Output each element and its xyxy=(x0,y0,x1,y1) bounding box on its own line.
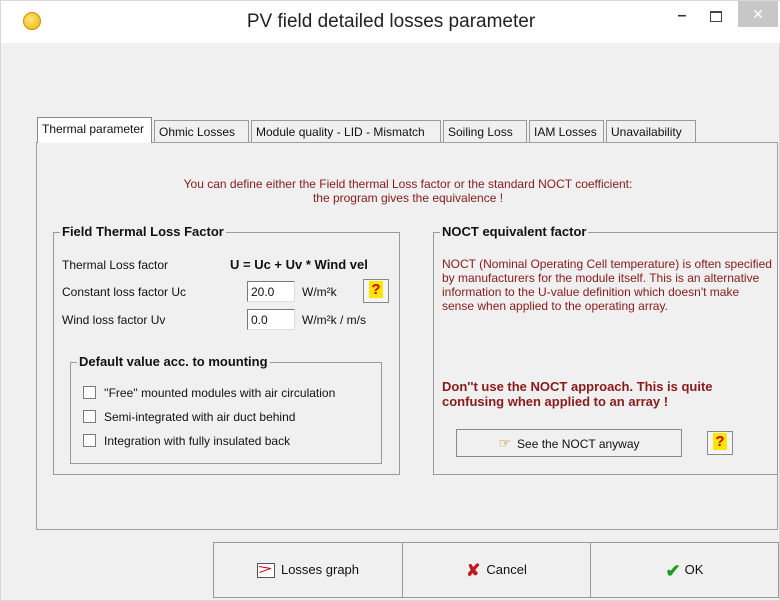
pointing-hand-icon: ☞ xyxy=(498,435,512,451)
noct-warning: Don''t use the NOCT approach. This is qu… xyxy=(442,379,713,409)
thermal-loss-group-title: Field Thermal Loss Factor xyxy=(60,224,226,239)
thermal-help-button[interactable]: ? xyxy=(363,279,389,303)
thermal-formula: U = Uc + Uv * Wind vel xyxy=(230,257,368,272)
thermal-loss-group: Field Thermal Loss Factor Thermal Loss f… xyxy=(53,224,400,475)
close-button[interactable]: ✕ xyxy=(738,1,778,27)
tab-unavailability[interactable]: Unavailability xyxy=(606,120,696,142)
checkmark-icon: ✔ xyxy=(665,560,681,581)
see-noct-button[interactable]: ☞ See the NOCT anyway xyxy=(456,429,682,457)
checkbox[interactable] xyxy=(83,410,96,424)
minimize-button[interactable]: – xyxy=(667,7,697,35)
hint-text: You can define either the Field thermal … xyxy=(37,177,779,205)
noct-help-button[interactable]: ? xyxy=(707,431,733,455)
graph-icon xyxy=(256,563,275,579)
mounting-option-free[interactable]: ''Free'' mounted modules with air circul… xyxy=(83,385,335,401)
window-title: PV field detailed losses parameter xyxy=(246,11,536,32)
mounting-option-label: ''Free'' mounted modules with air circul… xyxy=(104,385,336,400)
uv-label: Wind loss factor Uv xyxy=(62,313,166,327)
help-icon: ? xyxy=(369,281,383,298)
tab-module-quality[interactable]: Module quality - LID - Mismatch xyxy=(251,120,441,142)
mounting-group-title: Default value acc. to mounting xyxy=(77,354,270,369)
uc-label: Constant loss factor Uc xyxy=(62,285,187,299)
noct-group-title: NOCT equivalent factor xyxy=(440,224,589,239)
uv-unit: W/m²k / m/s xyxy=(302,313,366,327)
losses-graph-label: Losses graph xyxy=(280,562,360,577)
see-noct-label: See the NOCT anyway xyxy=(517,437,640,451)
maximize-icon xyxy=(710,11,722,22)
cancel-x-icon: ✘ xyxy=(466,560,481,580)
uv-input[interactable]: 0.0 xyxy=(247,309,295,330)
mounting-group: Default value acc. to mounting ''Free'' … xyxy=(70,354,382,464)
dialog-window: PV field detailed losses parameter – ✕ T… xyxy=(0,0,780,601)
mounting-option-insulated[interactable]: Integration with fully insulated back xyxy=(83,433,290,449)
checkbox[interactable] xyxy=(83,434,96,448)
uc-unit: W/m²k xyxy=(302,285,337,299)
tab-panel-thermal: You can define either the Field thermal … xyxy=(36,142,778,530)
tab-iam-losses[interactable]: IAM Losses xyxy=(529,120,604,142)
uc-input[interactable]: 20.0 xyxy=(247,281,295,302)
checkbox[interactable] xyxy=(83,386,96,400)
noct-description: NOCT (Nominal Operating Cell temperature… xyxy=(442,257,772,313)
mounting-option-label: Integration with fully insulated back xyxy=(104,433,291,448)
noct-group: NOCT equivalent factor NOCT (Nominal Ope… xyxy=(433,224,778,475)
help-icon: ? xyxy=(713,433,727,450)
mounting-option-label: Semi-integrated with air duct behind xyxy=(104,409,296,424)
hint-line-2: the program gives the equivalence ! xyxy=(312,191,504,205)
mounting-option-semi-integrated[interactable]: Semi-integrated with air duct behind xyxy=(83,409,295,425)
tab-soiling-loss[interactable]: Soiling Loss xyxy=(443,120,527,142)
title-bar: PV field detailed losses parameter – ✕ xyxy=(1,1,780,43)
tab-thermal-parameter[interactable]: Thermal parameter xyxy=(37,117,152,143)
hint-line-1: You can define either the Field thermal … xyxy=(183,177,633,191)
footer-buttons: Losses graph ✘ Cancel ✔ OK xyxy=(213,542,779,598)
maximize-button[interactable] xyxy=(701,5,731,33)
thermal-loss-factor-label: Thermal Loss factor xyxy=(62,258,169,272)
losses-graph-button[interactable]: Losses graph xyxy=(213,542,403,598)
cancel-label: Cancel xyxy=(486,562,527,577)
ok-label: OK xyxy=(684,562,704,577)
tab-ohmic-losses[interactable]: Ohmic Losses xyxy=(154,120,249,142)
cancel-button[interactable]: ✘ Cancel xyxy=(402,542,591,598)
ok-button[interactable]: ✔ OK xyxy=(590,542,779,598)
